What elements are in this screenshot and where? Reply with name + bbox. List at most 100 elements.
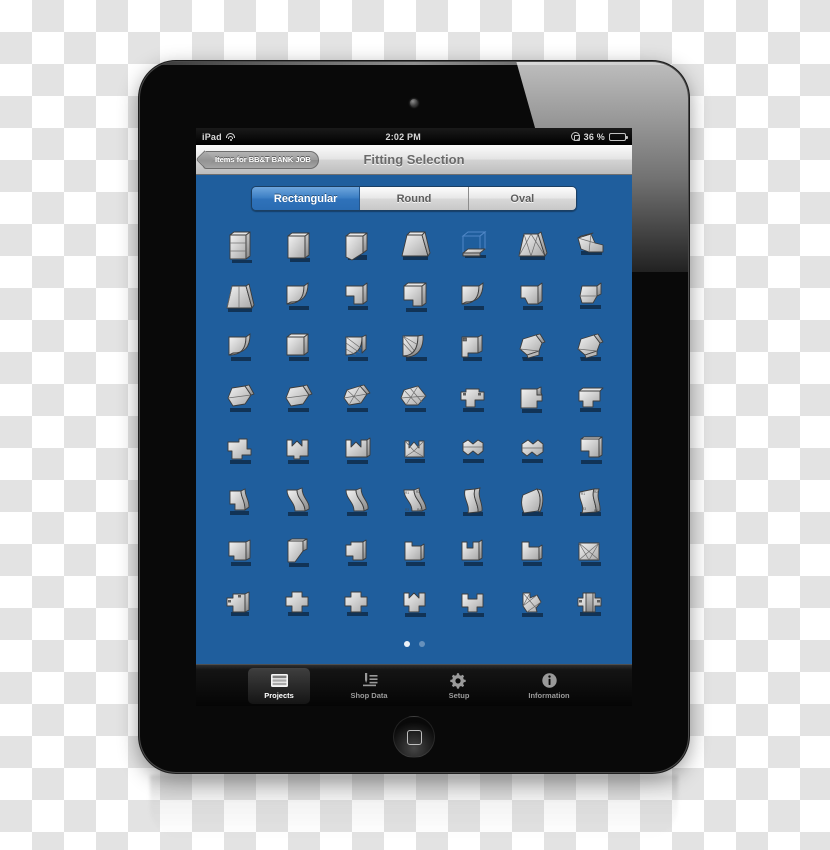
- gear-icon: [449, 671, 469, 689]
- status-bar: iPad 2:02 PM 36 %: [196, 128, 632, 145]
- fitting-icon-segmented-angle[interactable]: [391, 377, 437, 423]
- fitting-icon-s-offset-small[interactable]: [216, 479, 262, 525]
- status-bar-left: iPad: [202, 132, 236, 142]
- svg-text:R4: R4: [417, 508, 421, 512]
- fitting-icon-corner-transition[interactable]: [566, 428, 612, 474]
- status-bar-right: 36 %: [570, 131, 628, 142]
- segmented-control-area: Rectangular Round Oval: [196, 175, 632, 221]
- fitting-icon-angled-takeoff[interactable]: [566, 326, 612, 372]
- fitting-icon-radius-elbow-right[interactable]: [449, 275, 495, 321]
- fitting-icon-angled-wye[interactable]: [508, 428, 554, 474]
- tab-setup[interactable]: Setup: [428, 668, 490, 704]
- back-button-label: Items for BB&T BANK JOB: [215, 155, 311, 164]
- tab-label: Setup: [448, 691, 470, 700]
- page-dot-2[interactable]: [418, 641, 425, 647]
- carrier-label: iPad: [202, 131, 222, 142]
- segment-label: Rectangular: [273, 192, 338, 205]
- fitting-icon-square-throat-elbow[interactable]: [333, 275, 379, 321]
- fitting-icon-s-offset-steep[interactable]: [333, 479, 379, 525]
- svg-text:R3: R3: [582, 507, 586, 511]
- svg-text:R1: R1: [405, 491, 409, 495]
- front-camera-icon: [410, 99, 418, 107]
- fitting-icon-offset-elbow[interactable]: [391, 275, 437, 321]
- fitting-icon-double-notch-tee[interactable]: [274, 428, 320, 474]
- fitting-icon-corner-notch[interactable]: [508, 530, 554, 576]
- battery-percent-label: 36 %: [583, 131, 605, 142]
- home-button[interactable]: [393, 716, 435, 758]
- home-button-square-icon: [406, 729, 422, 745]
- fitting-icon-double-tap-tee[interactable]: [449, 377, 495, 423]
- ipad-screen: iPad 2:02 PM 36 % Items for BB&T BANK JO…: [196, 128, 632, 706]
- fitting-icon-multi-outlet-fitting[interactable]: [391, 581, 437, 627]
- page-dot-1[interactable]: [403, 641, 410, 647]
- fitting-icon-angled-shoe-alt[interactable]: [274, 377, 320, 423]
- shape-segmented-control[interactable]: Rectangular Round Oval: [251, 186, 577, 211]
- shop-data-icon: [359, 671, 379, 689]
- fitting-icon-angled-offset[interactable]: [566, 275, 612, 321]
- fitting-icon-mitered-angle[interactable]: [333, 377, 379, 423]
- fitting-icon-step-notch-alt[interactable]: [391, 530, 437, 576]
- navigation-bar: Items for BB&T BANK JOB Fitting Selectio…: [196, 145, 632, 175]
- fitting-icon-cross-fitting-square[interactable]: [333, 581, 379, 627]
- fitting-icon-straight-duct[interactable]: [274, 224, 320, 270]
- fitting-icon-gore-wye[interactable]: [391, 428, 437, 474]
- page-indicator[interactable]: [196, 629, 632, 647]
- fitting-icon-s-offset[interactable]: [274, 479, 320, 525]
- fitting-icon-gored-cross[interactable]: [508, 581, 554, 627]
- svg-text:R3: R3: [405, 508, 409, 512]
- tab-bar[interactable]: Projects Shop Data Setup Information: [196, 664, 632, 706]
- fitting-icon-duct-with-flap[interactable]: [333, 224, 379, 270]
- wifi-icon: [226, 133, 236, 141]
- tab-information[interactable]: Information: [518, 668, 580, 704]
- ipad-device-wrapper: iPad 2:02 PM 36 % Items for BB&T BANK JO…: [140, 62, 688, 772]
- back-button[interactable]: Items for BB&T BANK JOB: [203, 150, 319, 169]
- info-icon: [539, 671, 559, 689]
- tab-shop-data[interactable]: Shop Data: [338, 668, 400, 704]
- fitting-icon-straight-duct-sectioned[interactable]: [216, 224, 262, 270]
- fitting-icon-tapered-transition[interactable]: [391, 224, 437, 270]
- status-bar-clock: 2:02 PM: [385, 131, 421, 142]
- fitting-icon-x-braced-square[interactable]: [566, 530, 612, 576]
- fitting-icon-rolled-offset[interactable]: [508, 479, 554, 525]
- fitting-icon-diagonal-offset[interactable]: [274, 530, 320, 576]
- segment-oval[interactable]: Oval: [468, 187, 576, 210]
- fitting-icon-double-step-notch[interactable]: [449, 530, 495, 576]
- fitting-icon-wireframe-box[interactable]: [449, 224, 495, 270]
- segment-round[interactable]: Round: [360, 187, 469, 210]
- segment-rectangular[interactable]: Rectangular: [252, 187, 361, 210]
- fitting-icon-bullhead-wye[interactable]: [449, 428, 495, 474]
- fitting-icon-square-elbow[interactable]: [508, 275, 554, 321]
- fitting-icon-v-notch-tee[interactable]: [333, 428, 379, 474]
- fitting-icon-labeled-transition[interactable]: R1 R2 R3 R4: [566, 479, 612, 525]
- svg-text:R4: R4: [594, 509, 598, 513]
- fitting-icon-radius-elbow-large[interactable]: [216, 326, 262, 372]
- fitting-icon-segmented-radius-elbow[interactable]: [391, 326, 437, 372]
- svg-text:R2: R2: [594, 490, 598, 494]
- fitting-icon-angled-boot[interactable]: [508, 326, 554, 372]
- fitting-icon-labeled-offset[interactable]: R1 R2 R3 R4: [391, 479, 437, 525]
- fitting-icon-radius-elbow[interactable]: [274, 275, 320, 321]
- fitting-icon-grid[interactable]: R1 R2 R3 R4 R1 R2 R3 R4: [196, 221, 632, 629]
- fitting-icon-offset-tee[interactable]: [216, 428, 262, 474]
- fitting-icon-curved-offset[interactable]: [449, 479, 495, 525]
- fitting-icon-angled-tap-takeoff[interactable]: [566, 224, 612, 270]
- device-reflection: [150, 775, 678, 837]
- fitting-icon-gore-elbow[interactable]: [333, 326, 379, 372]
- fitting-icon-square-corner-elbow[interactable]: [274, 326, 320, 372]
- fitting-icon-cross-fitting[interactable]: [274, 581, 320, 627]
- fitting-icon-trapezoid-transition[interactable]: [216, 275, 262, 321]
- fitting-icon-elbow-with-tap[interactable]: [449, 326, 495, 372]
- tab-label: Projects: [264, 691, 294, 700]
- ipad-device: iPad 2:02 PM 36 % Items for BB&T BANK JO…: [140, 62, 688, 772]
- tab-label: Shop Data: [350, 691, 388, 700]
- fitting-icon-notched-square[interactable]: [216, 530, 262, 576]
- fitting-icon-plenum-boot[interactable]: [449, 581, 495, 627]
- fitting-icon-pyramid-transition[interactable]: [508, 224, 554, 270]
- tab-projects[interactable]: Projects: [248, 667, 310, 704]
- fitting-icon-side-outlet-boot[interactable]: [216, 581, 262, 627]
- fitting-icon-step-notch[interactable]: [333, 530, 379, 576]
- fitting-icon-side-tee[interactable]: [508, 377, 554, 423]
- fitting-icon-end-cap-tee[interactable]: [566, 377, 612, 423]
- fitting-icon-four-way-cross[interactable]: [566, 581, 612, 627]
- fitting-icon-angled-shoe[interactable]: [216, 377, 262, 423]
